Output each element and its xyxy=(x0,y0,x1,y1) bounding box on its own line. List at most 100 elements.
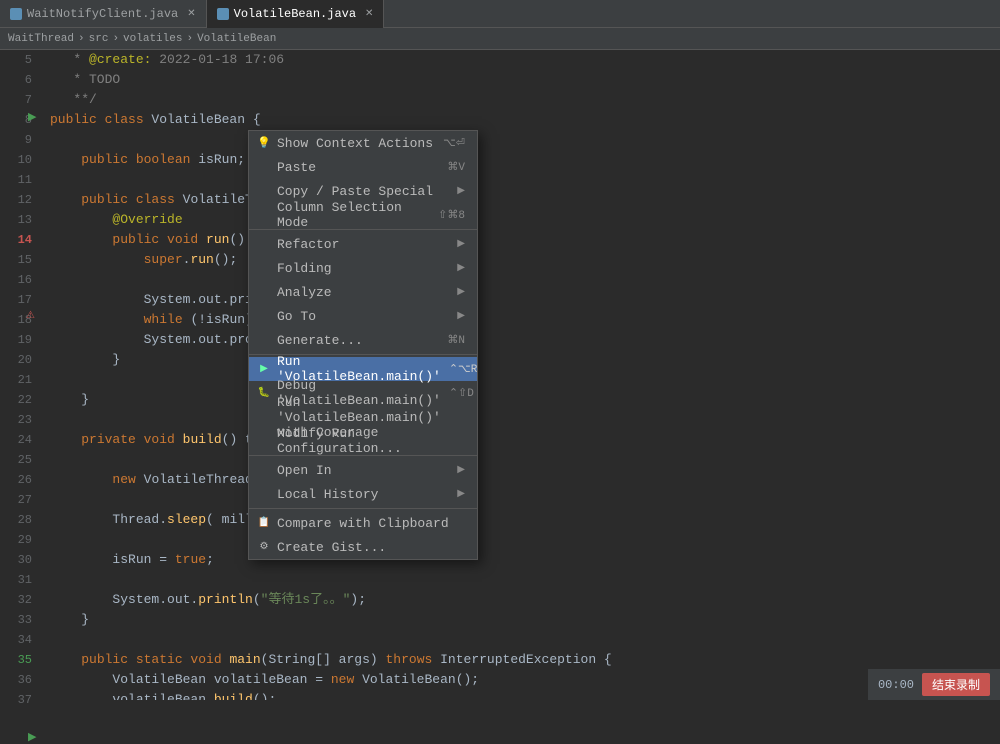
code-line-35: public static void main(String[] args) t… xyxy=(50,650,1000,670)
menu-item-generate[interactable]: Generate... ⌘N xyxy=(249,328,477,352)
goto-icon xyxy=(257,309,271,323)
menu-item-label: Open In xyxy=(277,463,332,478)
menu-item-label: Paste xyxy=(277,160,316,175)
refactor-icon xyxy=(257,237,271,251)
menu-item-label: Column Selection Mode xyxy=(277,200,430,230)
record-stop-button[interactable]: 结束录制 xyxy=(922,673,990,696)
submenu-arrow: ▶ xyxy=(457,185,465,197)
submenu-arrow: ▶ xyxy=(457,488,465,500)
open-in-icon xyxy=(257,463,271,477)
show-context-icon: 💡 xyxy=(257,136,271,150)
tab-bar: WaitNotifyClient.java ✕ VolatileBean.jav… xyxy=(0,0,1000,28)
menu-item-folding[interactable]: Folding ▶ xyxy=(249,256,477,280)
code-line-26: new VolatileThread().start(); xyxy=(50,470,1000,490)
code-line-13: @Override xyxy=(50,210,1000,230)
code-line-30: isRun = true; xyxy=(50,550,1000,570)
tab-volatile[interactable]: VolatileBean.java ✕ xyxy=(207,0,385,28)
breadcrumb-part-3[interactable]: VolatileBean xyxy=(197,33,276,45)
submenu-arrow: ▶ xyxy=(457,262,465,274)
breadcrumb-part-0[interactable]: WaitThread xyxy=(8,33,74,45)
code-line-19: System.out.pro xyxy=(50,330,1000,350)
code-line-11 xyxy=(50,170,1000,190)
breadcrumb-sep-0: › xyxy=(78,33,85,45)
tab-waitnotify[interactable]: WaitNotifyClient.java ✕ xyxy=(0,0,207,28)
menu-item-label: Create Gist... xyxy=(277,540,386,555)
menu-item-local-history[interactable]: Local History ▶ xyxy=(249,482,477,506)
code-line-34 xyxy=(50,630,1000,650)
menu-divider-4 xyxy=(249,508,477,509)
file-icon xyxy=(10,8,22,20)
code-line-37: volatileBean.build(); xyxy=(50,690,1000,700)
breadcrumb-sep-1: › xyxy=(112,33,119,45)
code-line-17: System.out.pri xyxy=(50,290,1000,310)
error-gutter-icon-14: ⚠ xyxy=(26,310,35,322)
code-line-7: **/ xyxy=(50,90,1000,110)
modify-run-icon xyxy=(257,434,271,448)
menu-item-label: Local History xyxy=(277,487,378,502)
menu-item-label: Refactor xyxy=(277,237,339,252)
code-line-9 xyxy=(50,130,1000,150)
menu-item-label: Go To xyxy=(277,309,316,324)
breadcrumb-part-2[interactable]: volatiles xyxy=(123,33,182,45)
code-line-32: System.out.println("等待1s了。。"); xyxy=(50,590,1000,610)
code-line-14: public void run() xyxy=(50,230,1000,250)
context-menu: 💡 Show Context Actions ⌥⏎ Paste ⌘V Copy … xyxy=(248,130,478,560)
tab-close-volatile[interactable]: ✕ xyxy=(365,8,373,20)
menu-item-analyze[interactable]: Analyze ▶ xyxy=(249,280,477,304)
run-gutter-icon-35[interactable]: ▶ xyxy=(28,730,36,744)
run-icon: ▶ xyxy=(257,362,271,376)
code-line-10: public boolean isRun; xyxy=(50,150,1000,170)
code-line-8: public class VolatileBean { xyxy=(50,110,1000,130)
menu-item-paste[interactable]: Paste ⌘V xyxy=(249,155,477,179)
code-line-25 xyxy=(50,450,1000,470)
menu-shortcut: ⌘N xyxy=(447,333,465,347)
menu-item-refactor[interactable]: Refactor ▶ xyxy=(249,232,477,256)
local-history-icon xyxy=(257,487,271,501)
code-line-28: Thread.sleep( millis: 1000); xyxy=(50,510,1000,530)
menu-item-compare-clipboard[interactable]: 📋 Compare with Clipboard xyxy=(249,511,477,535)
submenu-arrow: ▶ xyxy=(457,464,465,476)
submenu-arrow: ▶ xyxy=(457,286,465,298)
compare-icon: 📋 xyxy=(257,516,271,530)
code-line-16 xyxy=(50,270,1000,290)
menu-item-label: Analyze xyxy=(277,285,332,300)
tab-label: WaitNotifyClient.java xyxy=(27,7,178,21)
code-line-33: } xyxy=(50,610,1000,630)
menu-item-go-to[interactable]: Go To ▶ xyxy=(249,304,477,328)
submenu-arrow: ▶ xyxy=(457,310,465,322)
menu-shortcut: ⌥⏎ xyxy=(443,136,465,150)
record-bar: 00:00 结束录制 xyxy=(868,669,1000,700)
tab-close-waitnotify[interactable]: ✕ xyxy=(187,8,195,20)
code-area[interactable]: * @create: 2022-01-18 17:06 * TODO **/ p… xyxy=(40,50,1000,700)
column-icon xyxy=(257,208,271,222)
menu-item-show-context[interactable]: 💡 Show Context Actions ⌥⏎ xyxy=(249,131,477,155)
code-line-15: super.run(); xyxy=(50,250,1000,270)
code-line-5: * @create: 2022-01-18 17:06 xyxy=(50,50,1000,70)
code-line-20: } xyxy=(50,350,1000,370)
menu-item-label: Generate... xyxy=(277,333,363,348)
copy-paste-icon xyxy=(257,184,271,198)
menu-item-open-in[interactable]: Open In ▶ xyxy=(249,458,477,482)
menu-shortcut: ⇧⌘8 xyxy=(438,208,465,222)
folding-icon xyxy=(257,261,271,275)
menu-item-modify-run[interactable]: Modify Run Configuration... xyxy=(249,429,477,453)
analyze-icon xyxy=(257,285,271,299)
gist-icon: ⚙ xyxy=(257,540,271,554)
file-icon-active xyxy=(217,8,229,20)
code-line-29 xyxy=(50,530,1000,550)
line-numbers: 5 6 7 8 9 10 11 12 13 14 15 16 17 18 19 … xyxy=(0,50,40,700)
breadcrumb-part-1[interactable]: src xyxy=(89,33,109,45)
code-line-36: VolatileBean volatileBean = new Volatile… xyxy=(50,670,1000,690)
code-line-22: } xyxy=(50,390,1000,410)
code-line-27 xyxy=(50,490,1000,510)
submenu-arrow: ▶ xyxy=(457,238,465,250)
code-line-21 xyxy=(50,370,1000,390)
code-line-6: * TODO xyxy=(50,70,1000,90)
run-gutter-icon-8[interactable]: ▶ xyxy=(28,110,36,124)
code-line-23 xyxy=(50,410,1000,430)
breadcrumb-sep-2: › xyxy=(186,33,193,45)
menu-shortcut: ⌘V xyxy=(447,160,465,174)
menu-item-column-selection[interactable]: Column Selection Mode ⇧⌘8 xyxy=(249,203,477,227)
menu-item-create-gist[interactable]: ⚙ Create Gist... xyxy=(249,535,477,559)
record-time: 00:00 xyxy=(878,678,914,692)
